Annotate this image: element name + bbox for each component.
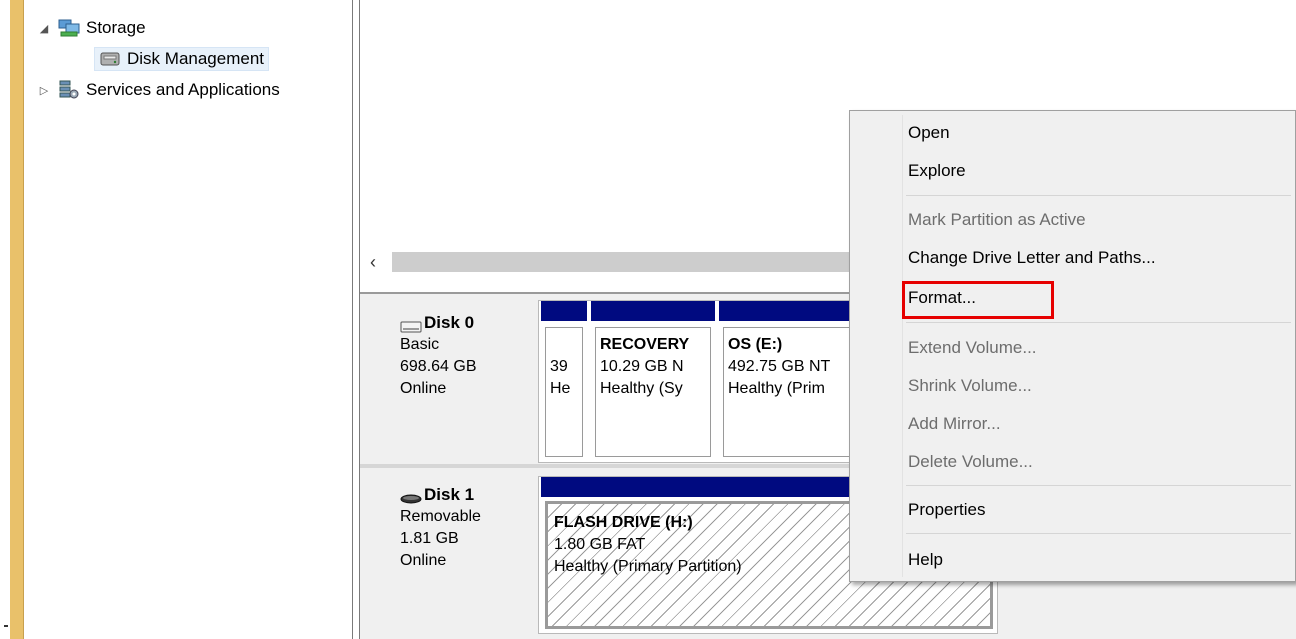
menu-separator: [906, 322, 1291, 323]
menu-separator: [906, 195, 1291, 196]
disk-0-partitions: 39 He RECOVERY 10.29 GB N Healthy (Sy OS…: [538, 300, 859, 463]
hard-disk-icon: [400, 317, 422, 333]
pane-splitter[interactable]: [352, 0, 360, 639]
partition-body: OS (E:) 492.75 GB NT Healthy (Prim: [723, 327, 855, 457]
window-frame-edge: [10, 0, 24, 639]
menu-item-change-drive-letter[interactable]: Change Drive Letter and Paths...: [908, 243, 1156, 273]
expanded-arrow-icon[interactable]: ◢: [38, 22, 50, 35]
menu-item-properties[interactable]: Properties: [908, 495, 985, 525]
context-menu: Open Explore Mark Partition as Active Ch…: [849, 110, 1296, 582]
partition-bar: [719, 301, 859, 321]
disk-1-title: Disk 1: [400, 484, 558, 506]
disk-name: Disk 0: [424, 313, 475, 332]
partition-bar: [591, 301, 715, 321]
tree-item-label: Storage: [86, 18, 146, 37]
partition-body: RECOVERY 10.29 GB N Healthy (Sy: [595, 327, 711, 457]
partition-size: 492.75 GB NT: [728, 358, 831, 375]
tree-item-disk-management[interactable]: Disk Management: [94, 46, 270, 72]
frame-tick: [4, 625, 8, 627]
scroll-thumb[interactable]: [392, 252, 852, 272]
partition-recovery[interactable]: RECOVERY 10.29 GB N Healthy (Sy: [591, 301, 715, 461]
partition-status: Healthy (Sy: [600, 380, 683, 397]
disk-name: Disk 1: [424, 485, 475, 504]
removable-disk-icon: [400, 489, 422, 504]
menu-separator: [906, 533, 1291, 534]
partition-line: [550, 334, 578, 356]
partition-os[interactable]: OS (E:) 492.75 GB NT Healthy (Prim: [719, 301, 859, 461]
tree-item-services[interactable]: ▷ Services and Applications: [38, 77, 280, 103]
partition-status: He: [550, 380, 571, 397]
partition-bar: [541, 301, 587, 321]
partition-size: 10.29 GB N: [600, 358, 684, 375]
disk-status: Online: [400, 380, 447, 397]
menu-item-explore[interactable]: Explore: [908, 156, 966, 186]
menu-gutter: [902, 115, 903, 577]
disk-size: 698.64 GB: [400, 358, 477, 375]
storage-icon: [58, 18, 80, 38]
scroll-left-icon[interactable]: ‹: [362, 248, 384, 276]
disk-management-icon: [99, 49, 121, 69]
console-tree: ◢ Storage Disk Management ▷ Services and…: [24, 0, 352, 639]
menu-item-help[interactable]: Help: [908, 545, 943, 575]
menu-item-add-mirror: Add Mirror...: [908, 414, 1001, 433]
disk-1-info[interactable]: Disk 1 Removable 1.81 GB Online: [380, 484, 558, 572]
partition-name: RECOVERY: [600, 336, 690, 353]
collapsed-arrow-icon[interactable]: ▷: [38, 84, 50, 97]
format-highlight-box: [902, 281, 1054, 319]
menu-item-extend-volume: Extend Volume...: [908, 338, 1037, 357]
menu-item-shrink-volume: Shrink Volume...: [908, 376, 1032, 395]
tree-item-label: Services and Applications: [86, 80, 280, 99]
selection-box: Disk Management: [94, 47, 270, 71]
menu-separator: [906, 485, 1291, 486]
disk-type: Removable: [400, 508, 481, 525]
disk-type: Basic: [400, 336, 440, 353]
disk-status: Online: [400, 552, 447, 569]
partition-body: 39 He: [545, 327, 583, 457]
disk-0-info[interactable]: Disk 0 Basic 698.64 GB Online: [380, 312, 558, 400]
horizontal-scrollbar[interactable]: ‹: [362, 248, 852, 276]
partition-system[interactable]: 39 He: [541, 301, 587, 461]
menu-item-delete-volume: Delete Volume...: [908, 452, 1033, 471]
tree-item-label: Disk Management: [127, 49, 265, 68]
menu-item-open[interactable]: Open: [908, 118, 950, 148]
partition-status: Healthy (Prim: [728, 380, 825, 397]
disk-size: 1.81 GB: [400, 530, 459, 547]
partition-size: 39: [550, 358, 568, 375]
disk-0-title: Disk 0: [400, 312, 558, 334]
menu-item-mark-active: Mark Partition as Active: [908, 210, 1086, 229]
services-icon: [58, 80, 80, 100]
tree-item-storage[interactable]: ◢ Storage: [38, 15, 146, 41]
partition-name: OS (E:): [728, 336, 783, 353]
